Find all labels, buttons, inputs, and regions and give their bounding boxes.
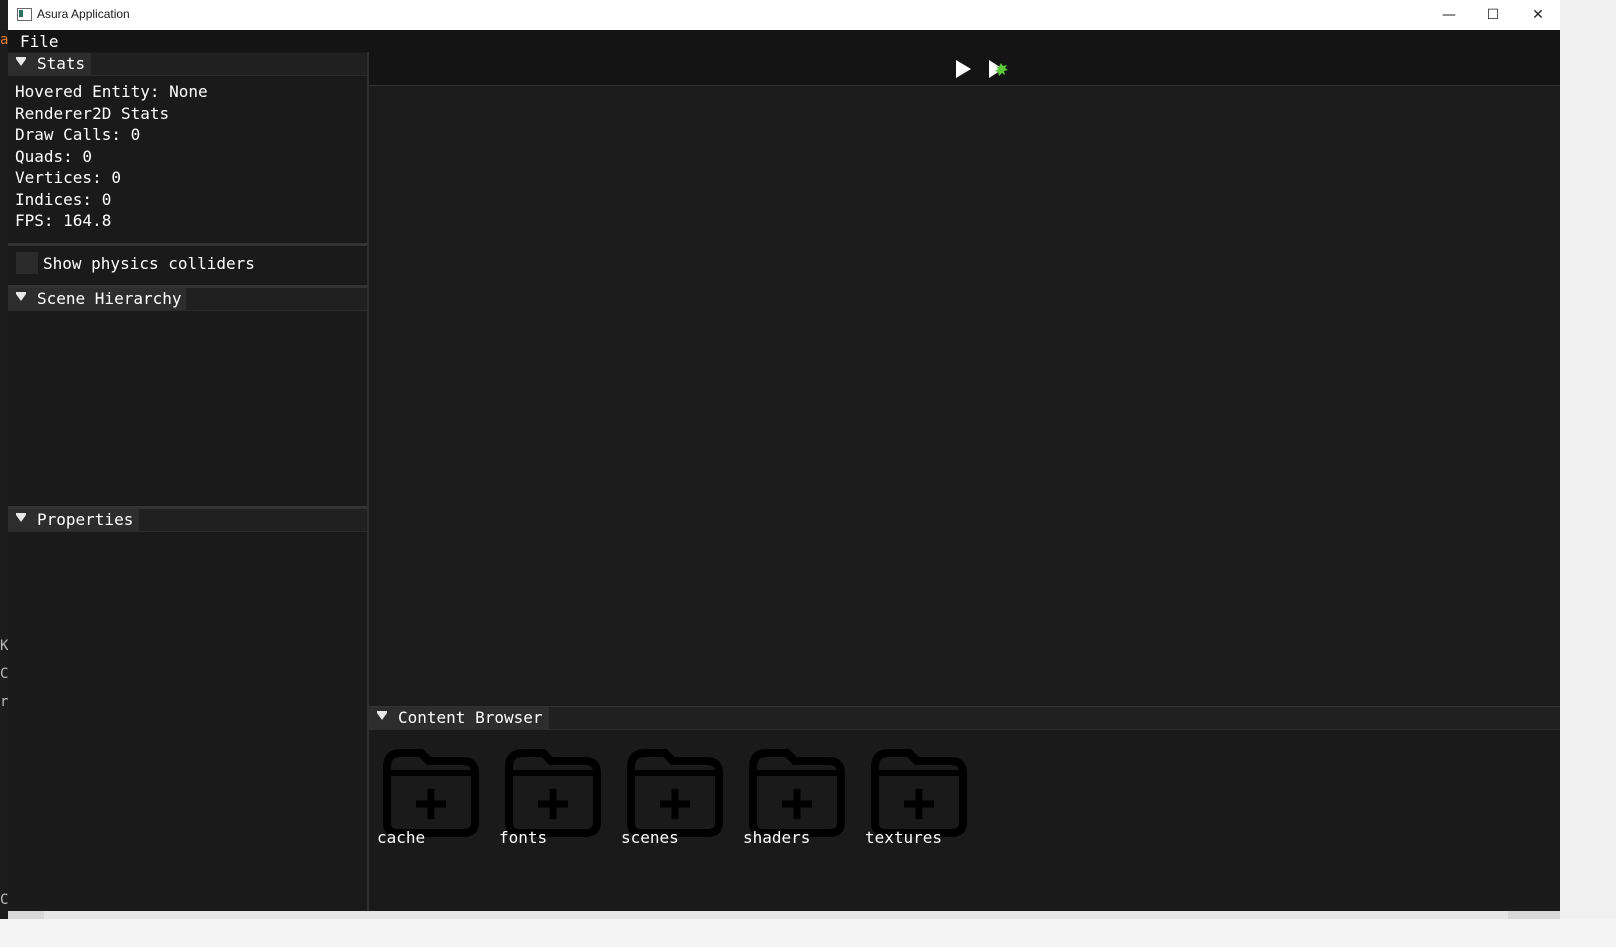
play-icon[interactable] — [954, 59, 974, 79]
properties-tab[interactable]: Properties — [8, 509, 139, 531]
collapse-triangle-icon[interactable] — [16, 292, 26, 301]
content-browser-tab[interactable]: Content Browser — [369, 707, 549, 729]
folder-icon[interactable] — [745, 745, 845, 837]
folder-label[interactable]: shaders — [743, 828, 810, 847]
show-colliders-label: Show physics colliders — [43, 254, 255, 273]
stat-fps: FPS: 164.8 — [15, 211, 112, 230]
stat-indices: Indices: 0 — [15, 190, 112, 209]
left-dock: Stats Hovered Entity: None Renderer2D St… — [8, 52, 367, 919]
desktop-bottom-strip — [0, 919, 1616, 947]
play-toolbar — [369, 52, 1560, 86]
content-browser: Content Browser cache fonts scenes shade… — [369, 706, 1560, 920]
content-browser-header[interactable]: Content Browser — [369, 707, 1560, 730]
stat-draw-calls: Draw Calls: 0 — [15, 125, 141, 144]
app-icon — [17, 8, 32, 21]
simulate-icon[interactable] — [986, 57, 1010, 81]
scene-hierarchy-tab[interactable]: Scene Hierarchy — [8, 288, 186, 310]
properties-title: Properties — [37, 510, 134, 529]
scene-hierarchy-body[interactable] — [8, 311, 367, 506]
show-colliders-checkbox[interactable] — [16, 252, 38, 274]
desktop-right-sliver — [1560, 0, 1616, 947]
window-title: Asura Application — [37, 7, 130, 21]
app-area: File Stats Hovered Entity: None Renderer… — [8, 30, 1560, 920]
folder-icon[interactable] — [379, 745, 479, 837]
horizontal-scrollbar[interactable] — [8, 911, 1560, 919]
minimize-button[interactable]: — — [1427, 0, 1471, 30]
stat-quads: Quads: 0 — [15, 147, 93, 166]
scene-viewport[interactable] — [369, 86, 1560, 706]
folder-label[interactable]: scenes — [621, 828, 679, 847]
properties-header[interactable]: Properties — [8, 509, 367, 532]
folder-icon[interactable] — [501, 745, 601, 837]
stats-header[interactable]: Stats — [8, 53, 367, 76]
collapse-triangle-icon[interactable] — [16, 513, 26, 522]
folder-label[interactable]: fonts — [499, 828, 547, 847]
scrollbar-thumb[interactable] — [44, 911, 1508, 919]
scene-hierarchy-header[interactable]: Scene Hierarchy — [8, 288, 367, 311]
folder-icon[interactable] — [623, 745, 723, 837]
collapse-triangle-icon[interactable] — [377, 711, 387, 720]
maximize-button[interactable]: ☐ — [1471, 0, 1515, 30]
menu-file[interactable]: File — [20, 32, 59, 51]
folder-label[interactable]: textures — [865, 828, 942, 847]
folder-label[interactable]: cache — [377, 828, 425, 847]
folder-icon[interactable] — [867, 745, 967, 837]
properties-body — [8, 532, 367, 919]
stats-title: Stats — [37, 54, 86, 73]
window-titlebar[interactable]: Asura Application — ☐ ✕ — [8, 0, 1560, 31]
stats-tab[interactable]: Stats — [8, 53, 91, 75]
stat-renderer-title: Renderer2D Stats — [15, 104, 170, 123]
panel-divider — [8, 243, 367, 246]
scene-hierarchy-title: Scene Hierarchy — [37, 289, 182, 308]
content-browser-title: Content Browser — [398, 708, 543, 727]
collapse-triangle-icon[interactable] — [16, 57, 26, 66]
stat-hovered-entity: Hovered Entity: None — [15, 82, 208, 101]
close-button[interactable]: ✕ — [1516, 0, 1560, 30]
menu-bar: File — [8, 30, 1560, 52]
stat-vertices: Vertices: 0 — [15, 168, 121, 187]
desktop-sliver: a K C r C — [0, 30, 8, 947]
